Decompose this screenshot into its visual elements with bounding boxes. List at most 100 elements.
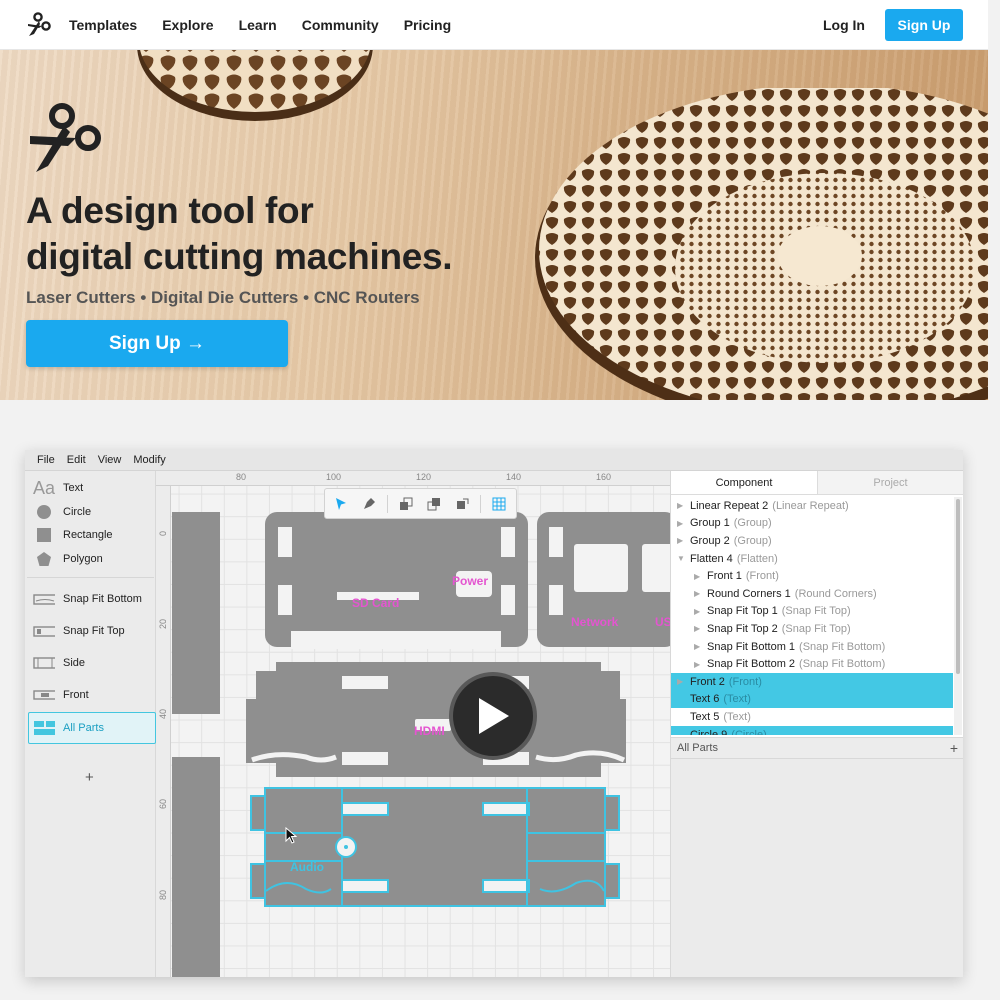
power-label: Power [452, 574, 489, 588]
toolbar-divider [387, 494, 388, 513]
tree-row-type: (Front) [745, 570, 779, 583]
tree-row[interactable]: ▶ Snap Fit Bottom 2 (Snap Fit Bottom) [671, 655, 953, 673]
play-video-button[interactable] [449, 672, 537, 760]
tree-row-name: Text 6 [690, 693, 720, 706]
layer-front-icon[interactable] [424, 494, 444, 514]
menu-modify[interactable]: Modify [133, 454, 165, 466]
tree-row-name: Snap Fit Top 1 [707, 605, 778, 618]
scissors-logo-icon[interactable] [26, 12, 52, 38]
panel-tabs: Component Project [671, 471, 963, 495]
component-all-parts[interactable]: All Parts [33, 717, 104, 739]
tree-row[interactable]: ▶ Front 2 (Front) [671, 673, 953, 691]
nav-link-learn[interactable]: Learn [239, 17, 277, 33]
menu-bar: File Edit View Modify [25, 450, 963, 471]
nav-link-templates[interactable]: Templates [69, 17, 137, 33]
ruler-mark: 80 [158, 889, 168, 900]
tree-row-type: (Linear Repeat) [772, 499, 849, 512]
parts-drawing [172, 512, 670, 977]
expand-right-icon[interactable]: ▶ [694, 660, 702, 669]
component-label: Snap Fit Bottom [63, 593, 142, 605]
network-label: Network [571, 615, 619, 629]
shape-rectangle[interactable]: Rectangle [33, 524, 113, 546]
tree-row[interactable]: ▶ Group 2 (Group) [671, 532, 953, 550]
ruler-mark: 100 [326, 472, 342, 482]
design-canvas[interactable]: SD Card Power Network US HDMI Audio 80 1… [156, 471, 670, 977]
ruler-top: 80 100 120 140 160 [156, 471, 670, 486]
tree-row-type: (Front) [728, 675, 762, 688]
nav-signup-button[interactable]: Sign Up [885, 9, 963, 41]
nav-link-pricing[interactable]: Pricing [404, 17, 451, 33]
hero-title-line2: digital cutting machines. [26, 236, 453, 277]
left-panel: Aa Text Circle Rectangle Polygon Snap Fi… [25, 471, 156, 977]
all-parts-label: All Parts [677, 742, 718, 754]
tab-project[interactable]: Project [817, 471, 963, 494]
tab-component[interactable]: Component [671, 471, 817, 494]
nav-link-explore[interactable]: Explore [162, 17, 213, 33]
tree-row[interactable]: ▶ Group 1 (Group) [671, 515, 953, 533]
shape-text[interactable]: Aa Text [33, 477, 83, 499]
menu-file[interactable]: File [37, 454, 55, 466]
tree-row[interactable]: ▶ Snap Fit Top 1 (Snap Fit Top) [671, 603, 953, 621]
tree-row-type: (Flatten) [736, 552, 778, 565]
pen-tool-icon[interactable] [359, 494, 379, 514]
expand-right-icon[interactable]: ▶ [677, 677, 685, 686]
ruler-mark: 140 [506, 472, 522, 482]
component-snap-fit-top[interactable]: Snap Fit Top [33, 620, 125, 642]
hero-title-line1: A design tool for [26, 190, 314, 231]
component-label: Side [63, 657, 86, 669]
tree-row[interactable]: Circle 9 (Circle) [671, 725, 953, 735]
select-arrow-icon[interactable] [331, 494, 351, 514]
shape-circle[interactable]: Circle [33, 501, 91, 523]
component-label: All Parts [63, 722, 104, 734]
audio-label: Audio [290, 860, 324, 874]
shape-label: Text [63, 482, 84, 494]
tree-row[interactable]: ▶ Snap Fit Top 2 (Snap Fit Top) [671, 620, 953, 638]
tree-row[interactable]: Text 6 (Text) [671, 690, 953, 709]
grid-icon[interactable] [489, 494, 509, 514]
tree-row-type: (Group) [733, 517, 772, 530]
tree-row-type: (Circle) [731, 728, 767, 735]
all-parts-thumbnail-icon [33, 720, 55, 736]
menu-view[interactable]: View [98, 454, 122, 466]
expand-right-icon[interactable]: ▶ [677, 519, 685, 528]
tree-row-name: Flatten 4 [690, 552, 733, 565]
expand-right-icon[interactable]: ▶ [694, 589, 702, 598]
side-part [172, 512, 220, 714]
add-component-button[interactable]: + [85, 769, 94, 786]
transform-icon[interactable] [452, 494, 472, 514]
expand-right-icon[interactable]: ▶ [694, 607, 702, 616]
login-link[interactable]: Log In [823, 17, 865, 33]
tree-row[interactable]: ▶ Snap Fit Bottom 1 (Snap Fit Bottom) [671, 638, 953, 656]
shape-polygon[interactable]: Polygon [33, 548, 103, 570]
expand-down-icon[interactable]: ▼ [677, 554, 685, 563]
expand-right-icon[interactable]: ▶ [677, 501, 685, 510]
tree-row[interactable]: ▼ Flatten 4 (Flatten) [671, 550, 953, 568]
component-snap-fit-bottom[interactable]: Snap Fit Bottom [33, 588, 142, 610]
nav-link-community[interactable]: Community [302, 17, 379, 33]
ruler-mark: 120 [416, 472, 432, 482]
expand-right-icon[interactable]: ▶ [694, 642, 702, 651]
side-part-lower [172, 757, 220, 977]
tree-row[interactable]: ▶ Linear Repeat 2 (Linear Repeat) [671, 497, 953, 515]
expand-right-icon[interactable]: ▶ [694, 572, 702, 581]
all-parts-add-button[interactable]: + [950, 740, 958, 756]
layer-back-icon[interactable] [396, 494, 416, 514]
hero-signup-button[interactable]: Sign Up → [26, 320, 288, 367]
expand-right-icon[interactable]: ▶ [694, 624, 702, 633]
menu-edit[interactable]: Edit [67, 454, 86, 466]
tree-row[interactable]: ▶ Round Corners 1 (Round Corners) [671, 585, 953, 603]
tree-row-type: (Text) [723, 693, 751, 706]
coaster-image [137, 50, 373, 121]
shape-label: Circle [63, 506, 92, 518]
tree-scrollbar-thumb[interactable] [956, 499, 960, 674]
tree-row[interactable]: ▶ Front 1 (Front) [671, 567, 953, 585]
tree-row-type: (Group) [733, 534, 772, 547]
front-part [246, 662, 626, 777]
shape-label: Rectangle [63, 529, 113, 541]
component-side[interactable]: Side [33, 652, 85, 674]
ruler-mark: 0 [158, 530, 168, 536]
expand-right-icon[interactable]: ▶ [677, 536, 685, 545]
ruler-left: 0 20 40 60 80 [156, 486, 171, 977]
component-front[interactable]: Front [33, 684, 89, 706]
tree-row[interactable]: Text 5 (Text) [671, 708, 953, 726]
